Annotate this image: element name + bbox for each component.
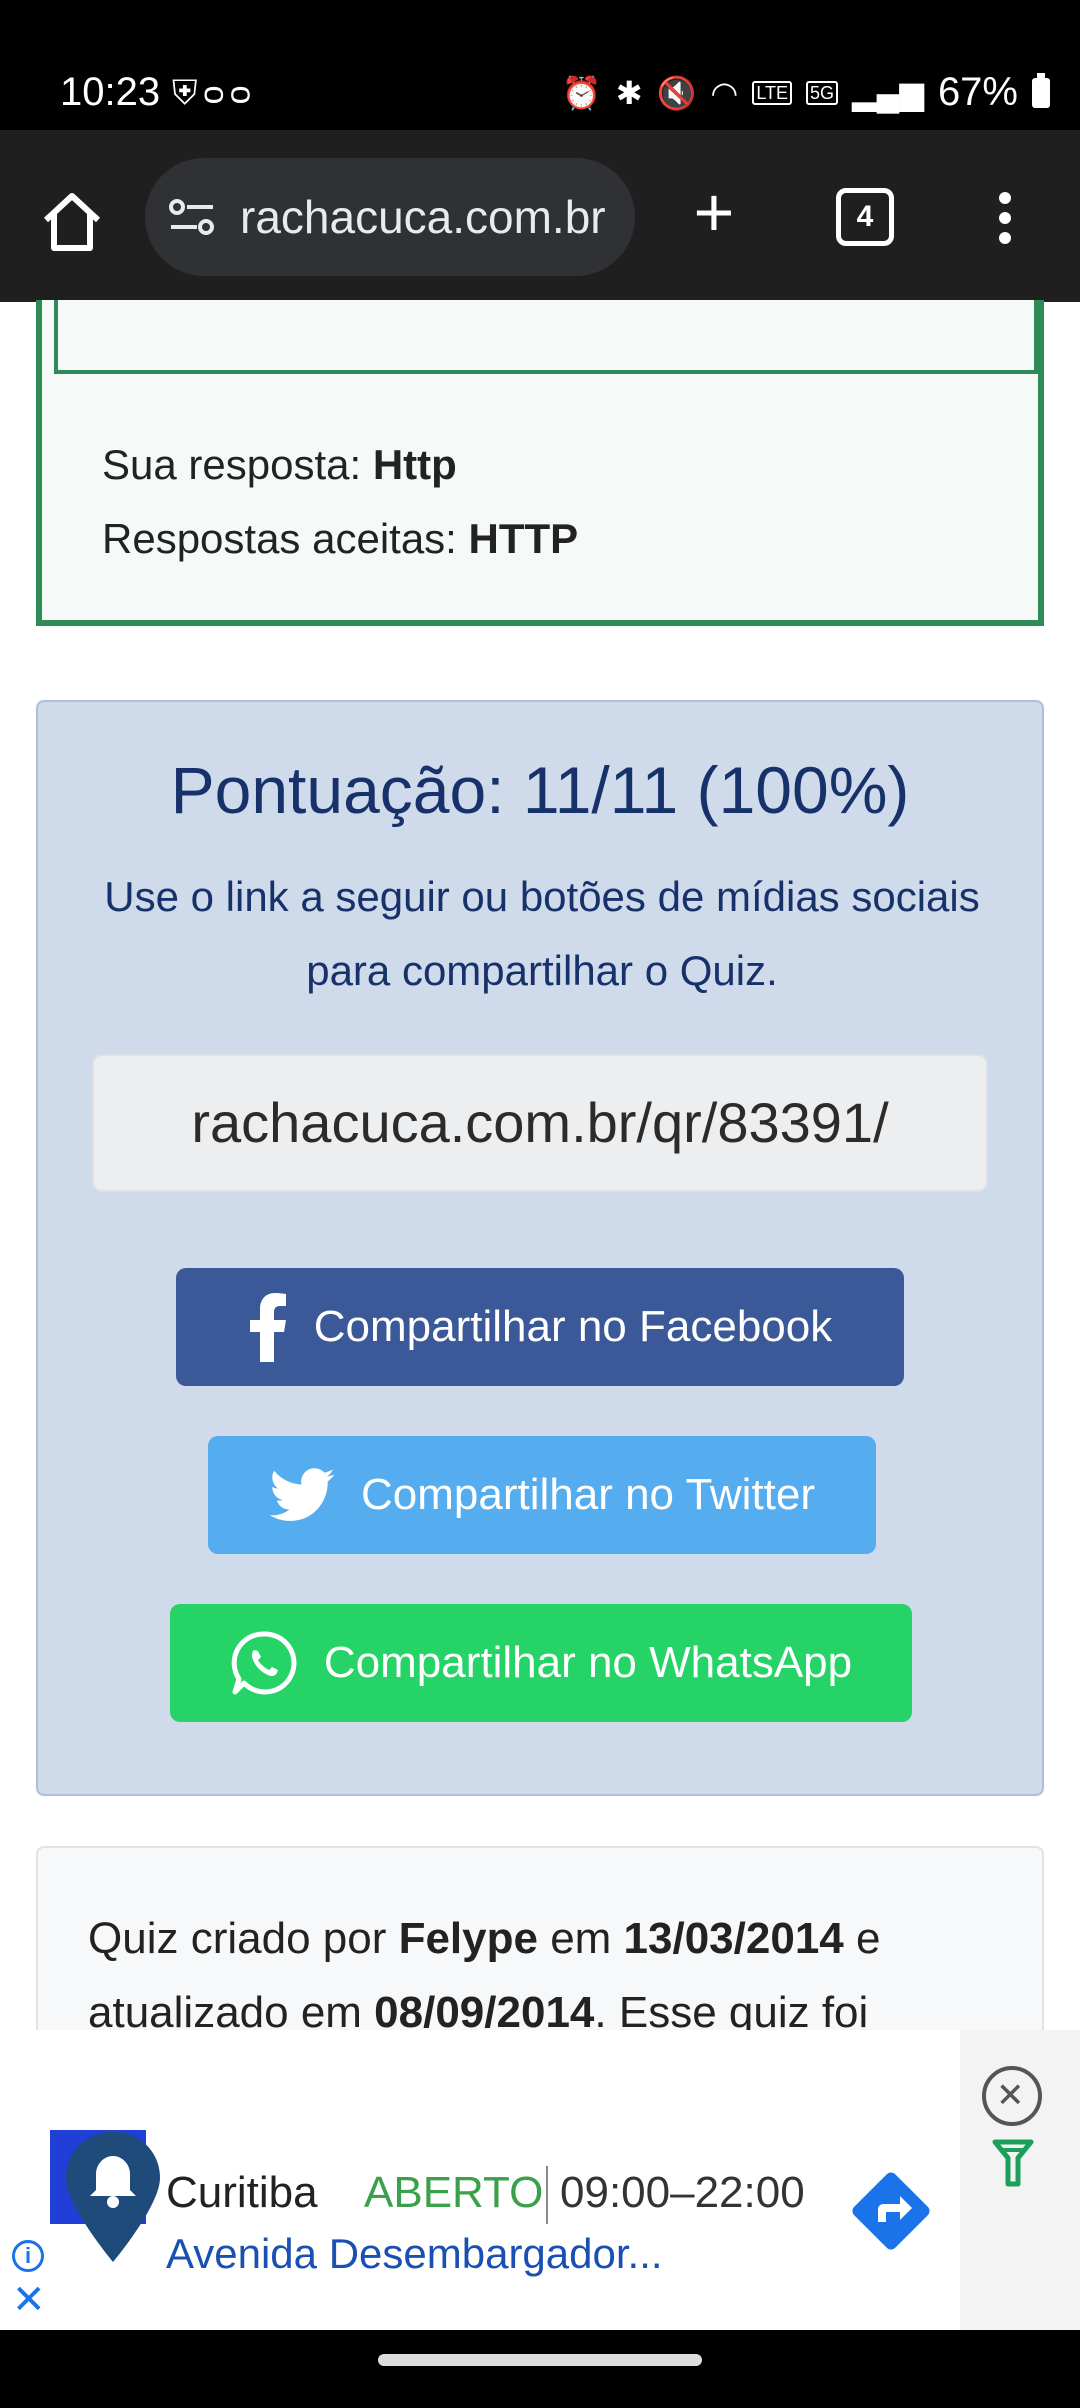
accepted-answers-value: HTTP xyxy=(468,515,579,562)
score-title: Pontuação: 11/11 (100%) xyxy=(170,753,910,827)
ad-hours: 09:00–22:00 xyxy=(560,2168,805,2217)
your-answer-line: Sua resposta: Http xyxy=(102,428,578,502)
answer-details: Sua resposta: Http Respostas aceitas: HT… xyxy=(102,428,578,576)
wifi-icon: ◠ xyxy=(710,74,739,111)
facebook-icon xyxy=(249,1293,286,1362)
voicemail-icon: ᴑᴑ xyxy=(203,74,257,112)
info-mid1: em xyxy=(537,1914,624,1963)
battery-icon xyxy=(1032,72,1050,108)
quiz-author: Felype xyxy=(398,1914,538,1963)
share-whatsapp-button[interactable]: Compartilhar no WhatsApp xyxy=(170,1604,912,1722)
created-date: 13/03/2014 xyxy=(623,1914,844,1963)
accepted-answers-label: Respostas aceitas: xyxy=(102,515,457,562)
alarm-icon: ⏰ xyxy=(561,74,602,111)
ad-open-status: ABERTO xyxy=(364,2168,544,2217)
answer-divider xyxy=(54,370,1038,374)
previous-question-row xyxy=(54,300,1038,370)
url-bar[interactable]: rachacuca.com.br xyxy=(145,158,635,276)
ad-choices-info-icon[interactable]: i xyxy=(12,2240,44,2272)
gesture-handle[interactable] xyxy=(378,2354,702,2366)
status-time: 10:23 xyxy=(60,70,161,114)
ad-separator xyxy=(546,2166,548,2224)
mute-icon: 🔇 xyxy=(656,74,697,111)
info-prefix: Quiz criado por xyxy=(88,1914,399,1963)
notification-icons: ⛨ᴑᴑ xyxy=(172,74,257,113)
site-settings-icon[interactable] xyxy=(169,195,215,239)
twitter-icon xyxy=(269,1468,335,1521)
accepted-answers-line: Respostas aceitas: HTTP xyxy=(102,502,578,576)
whatsapp-icon xyxy=(231,1631,297,1695)
network-type-icon: 5G xyxy=(806,80,839,105)
system-nav-bar xyxy=(0,2330,1080,2408)
ad-brand-icon xyxy=(992,2139,1034,2187)
browser-toolbar: rachacuca.com.br + 4 xyxy=(0,130,1080,302)
browser-menu-icon[interactable] xyxy=(996,192,1014,252)
score-card: Pontuação: 11/11 (100%) Use o link a seg… xyxy=(36,700,1044,1796)
ad-city: Curitiba xyxy=(166,2168,318,2217)
ad-banner[interactable]: Curitiba ABERTO 09:00–22:00 Avenida Dese… xyxy=(0,2030,1080,2330)
share-whatsapp-label: Compartilhar no WhatsApp xyxy=(323,1638,853,1687)
directions-icon[interactable] xyxy=(848,2168,934,2254)
your-answer-label: Sua resposta: xyxy=(102,441,362,488)
url-text[interactable]: rachacuca.com.br xyxy=(240,190,620,244)
share-facebook-button[interactable]: Compartilhar no Facebook xyxy=(176,1268,904,1386)
share-link-field[interactable]: rachacuca.com.br/qr/83391/ xyxy=(92,1054,988,1192)
location-pin-icon xyxy=(66,2132,160,2262)
status-right: ⏰ ✱ 🔇 ◠ LTE 5G ▂▄▆ 67% xyxy=(562,70,1050,115)
share-twitter-label: Compartilhar no Twitter xyxy=(360,1470,816,1519)
share-description: Use o link a seguir ou botões de mídias … xyxy=(104,873,980,994)
battery-percent: 67% xyxy=(937,70,1018,114)
ad-dismiss-icon[interactable]: ✕ xyxy=(12,2280,46,2320)
new-tab-button[interactable]: + xyxy=(688,177,740,247)
ad-close-icon[interactable] xyxy=(982,2066,1042,2126)
ad-address: Avenida Desembargador... xyxy=(166,2230,663,2277)
volte-icon: LTE xyxy=(752,80,793,105)
your-answer-value: Http xyxy=(372,441,457,488)
answer-box: Sua resposta: Http Respostas aceitas: HT… xyxy=(36,300,1044,626)
bluetooth-icon: ✱ xyxy=(615,74,643,111)
share-twitter-button[interactable]: Compartilhar no Twitter xyxy=(208,1436,876,1554)
vpn-shield-icon: ⛨ xyxy=(172,74,204,112)
signal-icon: ▂▄▆ xyxy=(852,74,924,111)
tab-switcher-button[interactable]: 4 xyxy=(836,188,894,246)
share-facebook-label: Compartilhar no Facebook xyxy=(313,1302,833,1351)
home-icon[interactable] xyxy=(38,188,106,256)
quiz-info-text: Quiz criado por Felype em 13/03/2014 e a… xyxy=(88,1902,1008,2050)
